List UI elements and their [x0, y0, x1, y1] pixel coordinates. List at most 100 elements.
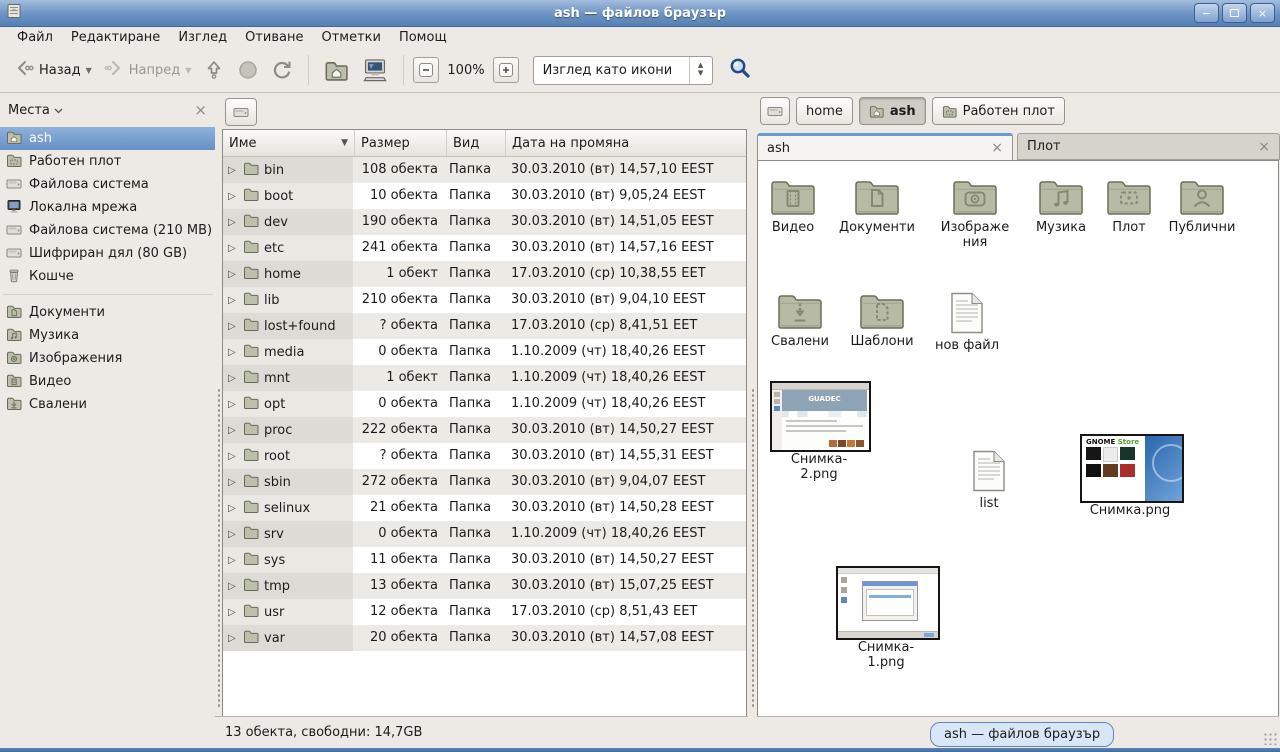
sidebar-item-локална-мрежа[interactable]: Локална мрежа	[0, 196, 215, 219]
table-row-boot[interactable]: ▷boot10 обектаПапка30.03.2010 (вт) 9,05,…	[223, 183, 746, 209]
expander-icon[interactable]: ▷	[228, 503, 238, 514]
table-row-bin[interactable]: ▷bin108 обектаПапка30.03.2010 (вт) 14,57…	[223, 157, 746, 183]
close-button[interactable]: ×	[1250, 3, 1275, 23]
sidebar-title[interactable]: Места	[8, 103, 50, 118]
view-mode-spinner-icon[interactable]: ▲▼	[689, 57, 712, 84]
table-row-home[interactable]: ▷home1 обектПапка17.03.2010 (ср) 10,38,5…	[223, 261, 746, 287]
forward-button[interactable]: Напред ▼	[98, 54, 198, 86]
table-row-var[interactable]: ▷var20 обектаПапка30.03.2010 (вт) 14,57,…	[223, 625, 746, 651]
path-button-root[interactable]	[760, 97, 790, 125]
sidebar-item-шифриран-дял-80-gb-[interactable]: Шифриран дял (80 GB)	[0, 242, 215, 265]
sidebar-item-файлова-система[interactable]: Файлова система	[0, 173, 215, 196]
expander-icon[interactable]: ▷	[228, 425, 238, 436]
table-row-sbin[interactable]: ▷sbin272 обектаПапка30.03.2010 (вт) 9,04…	[223, 469, 746, 495]
table-row-root[interactable]: ▷root? обектаПапка30.03.2010 (вт) 14,55,…	[223, 443, 746, 469]
table-row-dev[interactable]: ▷dev190 обектаПапка30.03.2010 (вт) 14,51…	[223, 209, 746, 235]
titlebar[interactable]: ash — файлов браузър − ×	[0, 0, 1280, 27]
forward-dropdown-icon[interactable]: ▼	[185, 66, 191, 75]
file-item-снимка-1.png[interactable]: Снимка-1.png	[836, 640, 936, 671]
sidebar-item-ash[interactable]: ash	[0, 127, 215, 150]
reload-button[interactable]	[265, 55, 299, 85]
resize-grip[interactable]	[1263, 732, 1277, 745]
menu-bookmarks[interactable]: Отметки	[312, 28, 389, 47]
expander-icon[interactable]: ▷	[228, 477, 238, 488]
file-item-list[interactable]: list	[943, 450, 1035, 512]
path-button-desktop[interactable]: Работен плот	[932, 97, 1065, 125]
menu-file[interactable]: Файл	[8, 28, 62, 47]
table-row-lost+found[interactable]: ▷lost+found? обектаПапка17.03.2010 (ср) …	[223, 313, 746, 339]
home-button[interactable]	[318, 54, 356, 86]
up-button[interactable]	[197, 55, 231, 85]
table-row-lib[interactable]: ▷lib210 обектаПапка30.03.2010 (вт) 9,04,…	[223, 287, 746, 313]
column-header-date[interactable]: Дата на промяна	[506, 130, 746, 156]
table-row-media[interactable]: ▷media0 обектаПапка1.10.2009 (чт) 18,40,…	[223, 339, 746, 365]
tab-desktop[interactable]: Плот ×	[1017, 133, 1280, 160]
path-button-ash[interactable]: ash	[859, 97, 926, 125]
column-header-name[interactable]: Име ▼	[223, 130, 355, 156]
zoom-out-button[interactable]	[413, 57, 439, 83]
sidebar-item-музика[interactable]: Музика	[0, 324, 215, 347]
tab-close-icon[interactable]: ×	[991, 140, 1003, 156]
expander-icon[interactable]: ▷	[228, 451, 238, 462]
expander-icon[interactable]: ▷	[228, 165, 238, 176]
expander-icon[interactable]: ▷	[228, 607, 238, 618]
image-thumbnail[interactable]	[836, 566, 940, 640]
menu-help[interactable]: Помощ	[390, 28, 456, 47]
view-mode-select[interactable]: Изглед като икони ▲▼	[533, 56, 713, 85]
file-item-документи[interactable]: Документи	[831, 176, 923, 236]
table-row-usr[interactable]: ▷usr12 обектаПапка17.03.2010 (ср) 8,51,4…	[223, 599, 746, 625]
expander-icon[interactable]: ▷	[228, 243, 238, 254]
expander-icon[interactable]: ▷	[228, 217, 238, 228]
column-header-type[interactable]: Вид	[447, 130, 506, 156]
table-row-proc[interactable]: ▷proc222 обектаПапка30.03.2010 (вт) 14,5…	[223, 417, 746, 443]
file-item-видео[interactable]: Видео	[757, 176, 839, 236]
computer-button[interactable]	[356, 54, 394, 86]
expander-icon[interactable]: ▷	[228, 295, 238, 306]
table-row-selinux[interactable]: ▷selinux21 обектаПапка30.03.2010 (вт) 14…	[223, 495, 746, 521]
table-row-opt[interactable]: ▷opt0 обектаПапка1.10.2009 (чт) 18,40,26…	[223, 391, 746, 417]
column-header-size[interactable]: Размер	[355, 130, 447, 156]
file-item-снимка.png[interactable]: Снимка.png	[1080, 503, 1180, 519]
expander-icon[interactable]: ▷	[228, 191, 238, 202]
file-item-изображения[interactable]: Изображения	[929, 176, 1021, 251]
sidebar-close-icon[interactable]: ×	[194, 101, 207, 119]
menu-view[interactable]: Изглед	[169, 28, 236, 47]
taskbar-tooltip[interactable]: ash — файлов браузър	[930, 722, 1114, 747]
expander-icon[interactable]: ▷	[228, 399, 238, 410]
minimize-button[interactable]: −	[1194, 3, 1219, 23]
file-item-нов-файл[interactable]: нов файл	[921, 292, 1013, 354]
path-button-home[interactable]: home	[796, 97, 853, 125]
sidebar-item-работен-плот[interactable]: Работен плот	[0, 150, 215, 173]
sidebar-item-файлова-система-210-mb-[interactable]: Файлова система (210 MB)	[0, 219, 215, 242]
pane-splitter[interactable]	[748, 93, 757, 748]
expander-icon[interactable]: ▷	[228, 321, 238, 332]
menu-edit[interactable]: Редактиране	[62, 28, 169, 47]
sidebar-item-изображения[interactable]: Изображения	[0, 347, 215, 370]
sidebar-title-dropdown-icon[interactable]	[54, 103, 63, 118]
expander-icon[interactable]: ▷	[228, 633, 238, 644]
image-thumbnail[interactable]: GNOME Store	[1080, 434, 1184, 503]
left-pane-root-path-button[interactable]	[225, 98, 257, 126]
search-button[interactable]	[725, 53, 755, 87]
stop-button[interactable]	[231, 55, 265, 85]
back-dropdown-icon[interactable]: ▼	[86, 66, 92, 75]
table-row-sys[interactable]: ▷sys11 обектаПапка30.03.2010 (вт) 14,50,…	[223, 547, 746, 573]
expander-icon[interactable]: ▷	[228, 373, 238, 384]
menu-go[interactable]: Отиване	[236, 28, 312, 47]
file-item-публични[interactable]: Публични	[1156, 176, 1248, 236]
expander-icon[interactable]: ▷	[228, 529, 238, 540]
table-row-etc[interactable]: ▷etc241 обектаПапка30.03.2010 (вт) 14,57…	[223, 235, 746, 261]
back-button[interactable]: Назад ▼	[8, 54, 98, 86]
expander-icon[interactable]: ▷	[228, 347, 238, 358]
tab-close-icon[interactable]: ×	[1258, 139, 1270, 155]
sidebar-item-кошче[interactable]: Кошче	[0, 265, 215, 288]
table-row-srv[interactable]: ▷srv0 обектаПапка1.10.2009 (чт) 18,40,26…	[223, 521, 746, 547]
expander-icon[interactable]: ▷	[228, 269, 238, 280]
sidebar-item-документи[interactable]: Документи	[0, 301, 215, 324]
file-item-шаблони[interactable]: Шаблони	[836, 290, 928, 350]
sidebar-item-видео[interactable]: Видео	[0, 370, 215, 393]
file-item-свалени[interactable]: Свалени	[757, 290, 846, 350]
table-row-mnt[interactable]: ▷mnt1 обектПапка1.10.2009 (чт) 18,40,26 …	[223, 365, 746, 391]
image-thumbnail[interactable]: GUADEC	[770, 381, 871, 452]
tab-ash[interactable]: ash ×	[757, 133, 1013, 160]
